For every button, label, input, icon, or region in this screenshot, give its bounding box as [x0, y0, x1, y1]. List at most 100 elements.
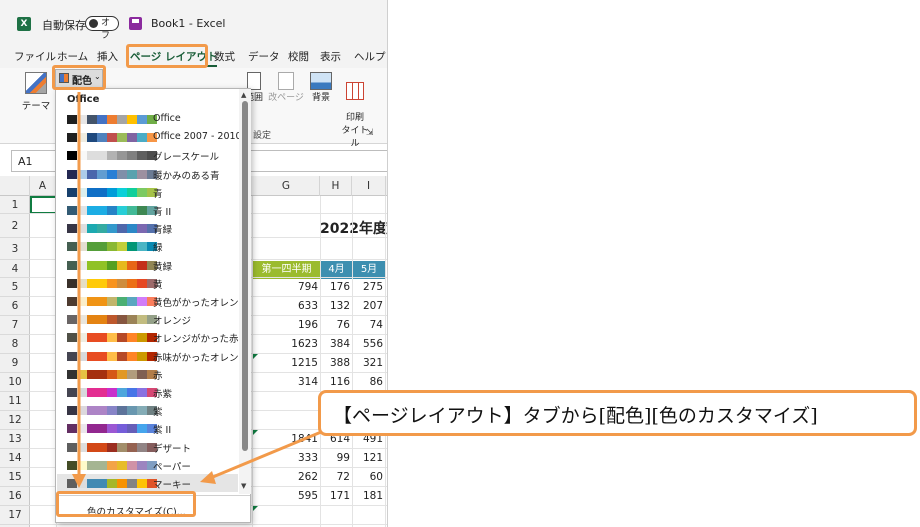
- row-header[interactable]: 12: [0, 411, 30, 430]
- breaks-button[interactable]: 改ページ: [268, 72, 304, 103]
- data-cell[interactable]: 275: [363, 281, 383, 293]
- scroll-down-icon[interactable]: ▼: [241, 482, 246, 490]
- tab-help[interactable]: ヘルプ: [354, 49, 386, 64]
- color-scheme-item[interactable]: 暖かみのある青: [57, 165, 238, 183]
- row-header[interactable]: 4: [0, 260, 30, 278]
- data-cell[interactable]: 556: [363, 338, 383, 350]
- data-cell[interactable]: 72: [337, 471, 350, 483]
- tab-file[interactable]: ファイル: [14, 49, 56, 64]
- autosave-toggle[interactable]: オフ: [85, 16, 119, 41]
- data-cell[interactable]: 74: [370, 319, 383, 331]
- color-scheme-item[interactable]: 青緑: [57, 219, 238, 237]
- color-scheme-item[interactable]: デザート: [57, 438, 238, 456]
- data-cell[interactable]: 1841: [291, 433, 318, 445]
- color-scheme-item[interactable]: オレンジがかった赤: [57, 328, 239, 346]
- data-cell[interactable]: 262: [298, 471, 318, 483]
- data-cell[interactable]: 314: [298, 376, 318, 388]
- color-scheme-item[interactable]: 黄緑: [57, 256, 238, 274]
- data-cell[interactable]: 176: [330, 281, 350, 293]
- name-box[interactable]: A1: [11, 150, 59, 172]
- row-header[interactable]: 10: [0, 373, 30, 392]
- data-cell[interactable]: 86: [370, 376, 383, 388]
- dropdown-scrollbar[interactable]: ▲ ▼: [239, 89, 251, 494]
- color-scheme-item[interactable]: Office: [57, 110, 238, 128]
- color-swatch: [137, 424, 147, 434]
- data-cell[interactable]: 99: [337, 452, 350, 464]
- tab-formulas[interactable]: 数式: [214, 49, 235, 64]
- color-scheme-item[interactable]: 青: [57, 183, 238, 201]
- row-header[interactable]: 1: [0, 196, 30, 214]
- row-header[interactable]: 16: [0, 487, 30, 506]
- color-swatch: [107, 224, 117, 234]
- data-cell[interactable]: 132: [330, 300, 350, 312]
- data-cell[interactable]: 171: [330, 490, 350, 502]
- tab-review[interactable]: 校閲: [288, 49, 309, 64]
- column-header-g[interactable]: G: [253, 176, 320, 196]
- color-scheme-item[interactable]: 青 II: [57, 201, 238, 219]
- row-header[interactable]: 14: [0, 449, 30, 468]
- data-cell[interactable]: 595: [298, 490, 318, 502]
- color-scheme-item[interactable]: ペーパー: [57, 456, 238, 474]
- data-cell[interactable]: 388: [330, 357, 350, 369]
- tab-home[interactable]: ホーム: [57, 49, 88, 64]
- color-scheme-item[interactable]: 緑: [57, 237, 238, 255]
- row-header[interactable]: 5: [0, 278, 30, 297]
- color-scheme-item[interactable]: Office 2007 - 2010: [57, 128, 242, 146]
- data-cell[interactable]: 1623: [291, 338, 318, 350]
- row-header[interactable]: 3: [0, 238, 30, 260]
- data-cell[interactable]: 384: [330, 338, 350, 350]
- data-cell[interactable]: 121: [363, 452, 383, 464]
- background-button[interactable]: 背景: [306, 72, 336, 103]
- color-swatch: [127, 479, 137, 488]
- tab-view[interactable]: 表示: [320, 49, 341, 64]
- data-cell[interactable]: 1215: [291, 357, 318, 369]
- sheet-title-cell[interactable]: 2022年度: [320, 218, 387, 238]
- row-header[interactable]: 2: [0, 214, 30, 238]
- dialog-launcher-icon[interactable]: ⇲: [366, 128, 374, 138]
- save-icon[interactable]: [129, 17, 142, 30]
- color-swatch: [107, 333, 117, 343]
- color-swatch: [107, 460, 117, 470]
- row-header[interactable]: 8: [0, 335, 30, 354]
- row-header[interactable]: 11: [0, 392, 30, 411]
- column-header-h[interactable]: H: [320, 176, 352, 196]
- select-all-corner[interactable]: [0, 176, 30, 196]
- data-cell[interactable]: 333: [298, 452, 318, 464]
- row-header[interactable]: 9: [0, 354, 30, 373]
- data-cell[interactable]: 181: [363, 490, 383, 502]
- row-header[interactable]: 17: [0, 506, 30, 525]
- tab-data[interactable]: データ: [248, 49, 280, 64]
- data-cell[interactable]: 633: [298, 300, 318, 312]
- data-cell[interactable]: 794: [298, 281, 318, 293]
- column-header-i[interactable]: I: [352, 176, 386, 196]
- data-cell[interactable]: 196: [298, 319, 318, 331]
- formula-input[interactable]: [240, 150, 387, 172]
- column-header-a[interactable]: A: [30, 176, 56, 196]
- scroll-up-icon[interactable]: ▲: [241, 91, 246, 99]
- color-scheme-item[interactable]: 黄色がかったオレンジ: [57, 292, 248, 310]
- color-scheme-item[interactable]: 赤味がかったオレンジ: [57, 347, 248, 365]
- scrollbar-thumb[interactable]: [242, 101, 248, 451]
- color-scheme-item[interactable]: オレンジ: [57, 310, 238, 328]
- data-cell[interactable]: 321: [363, 357, 383, 369]
- color-scheme-item[interactable]: 黄: [57, 274, 238, 292]
- color-scheme-item[interactable]: 紫: [57, 401, 238, 419]
- row-header[interactable]: 7: [0, 316, 30, 335]
- themes-button[interactable]: テーマ: [20, 70, 52, 126]
- color-scheme-item[interactable]: マーキー: [57, 474, 238, 492]
- row-header[interactable]: 6: [0, 297, 30, 316]
- color-scheme-item[interactable]: 紫 II: [57, 419, 238, 437]
- data-cell[interactable]: 116: [330, 376, 350, 388]
- data-cell[interactable]: 60: [370, 471, 383, 483]
- tab-insert[interactable]: 挿入: [97, 49, 118, 64]
- row-header[interactable]: 15: [0, 468, 30, 487]
- color-swatch: [67, 224, 77, 234]
- color-scheme-item[interactable]: 赤紫: [57, 383, 238, 401]
- active-cell[interactable]: [30, 196, 57, 214]
- row-header[interactable]: 13: [0, 430, 30, 449]
- color-scheme-item[interactable]: グレースケール: [57, 146, 238, 164]
- color-scheme-item[interactable]: 赤: [57, 365, 238, 383]
- color-scheme-label: グレースケール: [153, 152, 220, 164]
- data-cell[interactable]: 207: [363, 300, 383, 312]
- data-cell[interactable]: 76: [337, 319, 350, 331]
